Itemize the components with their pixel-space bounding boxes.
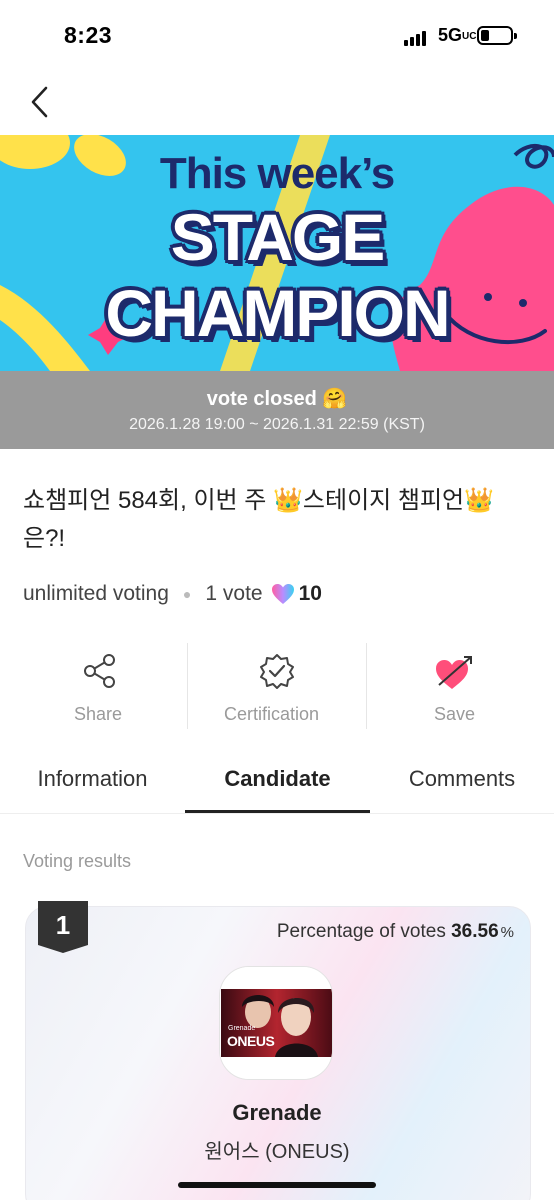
pct-unit: %: [500, 924, 514, 941]
action-divider: [366, 643, 367, 729]
cellular-signal-icon: [404, 30, 430, 46]
battery-icon: [477, 26, 517, 45]
save-button[interactable]: Save: [400, 643, 508, 729]
save-label: Save: [434, 704, 476, 724]
certification-label: Certification: [224, 704, 320, 724]
banner-title: STAGE CHAMPION: [105, 200, 450, 350]
tab-information[interactable]: Information: [0, 766, 185, 792]
share-icon: [84, 654, 115, 688]
candidate-artist: 원어스 (ONEUS): [204, 1141, 350, 1163]
status-time: 8:23: [64, 22, 113, 48]
action-divider: [187, 643, 188, 729]
tab-comments[interactable]: Comments: [370, 766, 554, 792]
candidate-thumbnail: Grenade ONEUS: [219, 966, 333, 1080]
vote-meta: unlimited voting ● 1 vote 10: [23, 582, 322, 606]
chevron-left-icon: [31, 86, 48, 118]
back-button[interactable]: [22, 80, 58, 124]
tab-candidate[interactable]: Candidate: [185, 766, 370, 792]
pct-value: 36.56: [451, 921, 499, 942]
rank-number: 1: [55, 910, 71, 940]
event-banner: This week’s STAGE CHAMPION: [0, 135, 554, 371]
status-bar: 8:23 5GUC: [0, 0, 554, 72]
tab-bar: Information Candidate Comments: [0, 752, 554, 814]
thumb-caption: ONEUS: [227, 1033, 275, 1049]
certification-button[interactable]: Certification: [210, 643, 344, 729]
pct-label: Percentage of votes: [276, 921, 446, 942]
share-label: Share: [74, 704, 123, 724]
voting-results-label: Voting results: [23, 851, 132, 871]
candidate-image: [220, 967, 332, 1079]
vote-status-bar: vote closed 🤗 2026.1.28 19:00 ~ 2026.1.3…: [0, 371, 554, 449]
active-tab-indicator: [185, 810, 370, 813]
separator-dot: ●: [182, 586, 192, 602]
voting-type: unlimited voting: [23, 582, 169, 605]
gradient-heart-icon: [271, 584, 294, 604]
thumb-caption-small: Grenade: [228, 1025, 256, 1032]
share-button[interactable]: Share: [45, 643, 155, 729]
home-indicator[interactable]: [178, 1182, 376, 1188]
banner-subtitle: This week’s: [159, 149, 395, 198]
vote-title: 쇼챔피언 584회, 이번 주 👑스테이지 챔피언👑은?!: [23, 487, 495, 552]
heart-count: 10: [298, 582, 322, 605]
vote-status-text: vote closed 🤗: [206, 388, 348, 410]
action-row: Share Certification Save: [0, 643, 554, 729]
heart-arrow-icon: [436, 656, 472, 689]
certification-badge-icon: [260, 654, 294, 689]
vote-date-range: 2026.1.28 19:00 ~ 2026.1.31 22:59 (KST): [129, 416, 425, 433]
vote-percentage: Percentage of votes 36.56%: [277, 921, 514, 943]
network-type: 5GUC: [438, 25, 477, 45]
candidate-song: Grenade: [232, 1100, 322, 1125]
vote-unit: 1 vote: [205, 582, 263, 605]
